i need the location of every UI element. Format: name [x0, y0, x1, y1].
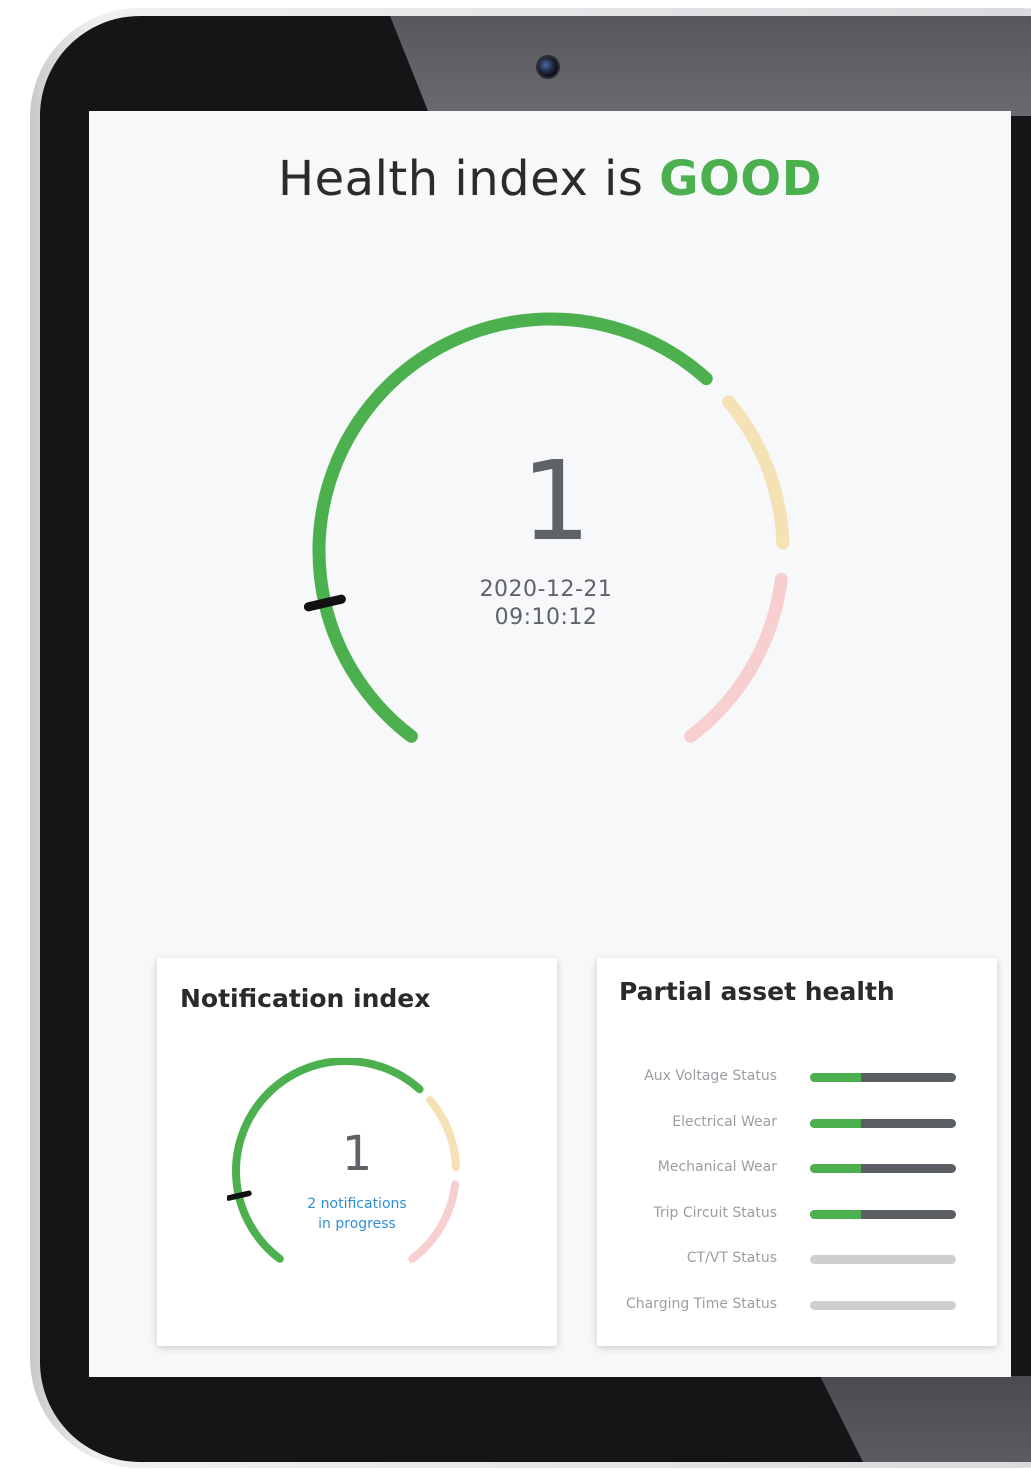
headline-prefix: Health index is: [278, 151, 644, 207]
asset-row-aux-voltage[interactable]: Aux Voltage Status: [597, 1068, 997, 1090]
notification-index-card[interactable]: Notification index 1 2 notifications in …: [157, 958, 557, 1346]
asset-health-bar: [810, 1119, 956, 1128]
bezel-reflection-bottom: [820, 1376, 1031, 1462]
front-camera-icon: [538, 57, 558, 77]
notification-index-value: 1: [341, 1126, 373, 1182]
asset-health-bar: [810, 1210, 956, 1219]
asset-health-bar: [810, 1255, 956, 1264]
asset-label: Mechanical Wear: [657, 1159, 777, 1175]
notifications-in-progress-link[interactable]: 2 notifications: [157, 1196, 557, 1212]
asset-health-bar-fill: [810, 1119, 862, 1128]
asset-health-bar-fill: [810, 1073, 862, 1082]
health-gauge-arc-danger: [684, 572, 788, 743]
health-index-value: 1: [521, 437, 591, 565]
health-index-time: 09:10:12: [494, 605, 598, 630]
notification-index-title: Notification index: [180, 984, 431, 1013]
asset-row-mechanical-wear[interactable]: Mechanical Wear: [597, 1159, 997, 1181]
asset-label: Aux Voltage Status: [644, 1068, 777, 1084]
asset-label: Charging Time Status: [625, 1296, 777, 1312]
partial-asset-health-title: Partial asset health: [619, 977, 895, 1006]
health-index-date: 2020-12-21: [479, 577, 613, 602]
asset-label: Electrical Wear: [672, 1114, 777, 1130]
asset-health-bar: [810, 1301, 956, 1310]
asset-health-bar: [810, 1164, 956, 1173]
health-headline: Health index is GOOD: [89, 151, 1011, 207]
asset-label: Trip Circuit Status: [653, 1205, 777, 1221]
asset-label: CT/VT Status: [686, 1250, 777, 1266]
asset-row-electrical-wear[interactable]: Electrical Wear: [597, 1114, 997, 1136]
health-status-label: GOOD: [659, 151, 822, 207]
asset-health-bar-fill: [810, 1164, 862, 1173]
asset-row-charging-time[interactable]: Charging Time Status: [597, 1296, 997, 1318]
asset-row-ctvt[interactable]: CT/VT Status: [597, 1250, 997, 1272]
bezel-reflection-top: [390, 16, 1031, 116]
partial-asset-health-card[interactable]: Partial asset health Aux Voltage Status …: [597, 958, 997, 1346]
tablet-device-frame: Health index is GOOD 1 2020-12-21 09:10:…: [0, 0, 1031, 1470]
asset-row-trip-circuit[interactable]: Trip Circuit Status: [597, 1205, 997, 1227]
asset-health-bar-fill: [810, 1210, 862, 1219]
app-screen: Health index is GOOD 1 2020-12-21 09:10:…: [89, 111, 1011, 1377]
asset-health-bar: [810, 1073, 956, 1082]
notifications-in-progress-link-line2[interactable]: in progress: [157, 1216, 557, 1232]
